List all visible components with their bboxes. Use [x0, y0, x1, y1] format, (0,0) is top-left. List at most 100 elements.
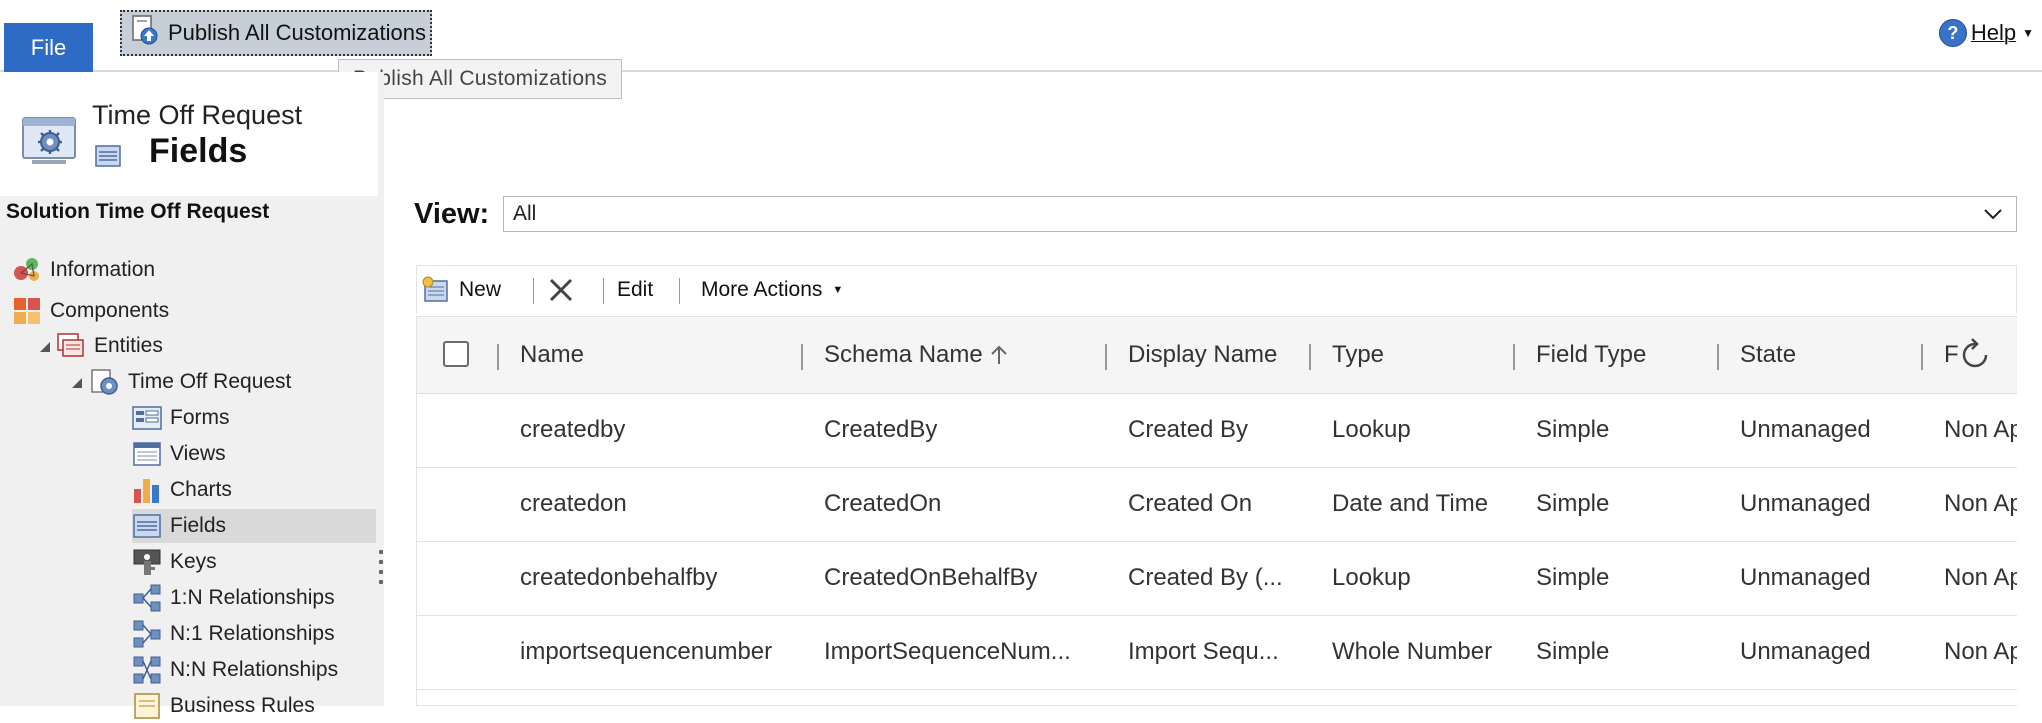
cell-name: createdby: [520, 416, 626, 443]
nav-item-label: N:N Relationships: [170, 658, 339, 681]
cell-truncated: Non Ap: [1944, 490, 2017, 517]
nav-item-time-off-request[interactable]: Time Off Request: [90, 365, 291, 399]
cell-type: Lookup: [1332, 416, 1411, 443]
select-all-checkbox[interactable]: [443, 341, 469, 367]
nav-item-forms[interactable]: Forms: [132, 401, 230, 435]
caret-down-icon: ▼: [832, 284, 844, 296]
nav-item-1n-relationships[interactable]: 1:N Relationships: [132, 581, 335, 615]
column-header-field-type[interactable]: Field Type: [1536, 317, 1646, 393]
page-title: Fields: [149, 132, 248, 170]
nav-item-views[interactable]: Views: [132, 437, 226, 471]
information-icon: [12, 255, 42, 285]
help-menu[interactable]: ? Help ▼: [1938, 16, 2034, 50]
column-header-schema-name[interactable]: Schema Name: [824, 317, 1009, 393]
more-actions-label: More Actions: [701, 278, 823, 301]
nav-item-components[interactable]: Components: [12, 294, 169, 328]
cell-state: Unmanaged: [1740, 564, 1871, 591]
column-header-display-name[interactable]: Display Name: [1128, 317, 1277, 393]
cell-schema-name: CreatedBy: [824, 416, 938, 443]
cell-state: Unmanaged: [1740, 638, 1871, 665]
nav-item-label: N:1 Relationships: [170, 622, 335, 645]
column-separator[interactable]: [497, 344, 499, 370]
nav-item-keys[interactable]: Keys: [132, 545, 217, 579]
publish-icon: [130, 14, 160, 52]
cell-display-name: Created On: [1128, 490, 1253, 517]
toolbar-separator: [603, 278, 604, 304]
cell-field-type: Simple: [1536, 638, 1610, 665]
column-separator[interactable]: [1105, 344, 1107, 370]
help-icon: ?: [1938, 19, 1967, 47]
toolbar-separator: [533, 278, 534, 304]
nav-item-fields[interactable]: Fields: [132, 509, 376, 543]
left-navigation: Time Off Request Fields Solution Time Of…: [0, 72, 384, 719]
file-button[interactable]: File: [4, 23, 93, 73]
table-row[interactable]: createdon CreatedOn Created On Date and …: [417, 467, 2017, 542]
nav-item-label: Charts: [170, 478, 232, 501]
cell-name: createdon: [520, 490, 627, 517]
cell-state: Unmanaged: [1740, 490, 1871, 517]
nav-item-label: Components: [50, 299, 170, 322]
nav-item-label: Time Off Request: [128, 370, 292, 393]
chevron-down-icon: ▼: [2022, 26, 2034, 40]
nav-item-n1-relationships[interactable]: N:1 Relationships: [132, 617, 335, 651]
nav-item-label: Fields: [170, 514, 227, 537]
collapse-triangle-icon[interactable]: [72, 378, 82, 388]
nav-item-label: Entities: [94, 334, 163, 357]
publish-all-customizations-button[interactable]: Publish All Customizations: [120, 10, 432, 56]
cell-field-type: Simple: [1536, 416, 1610, 443]
refresh-icon[interactable]: [1955, 335, 1995, 375]
more-actions-button[interactable]: More Actions ▼: [701, 266, 843, 314]
view-selected-value: All: [513, 202, 537, 225]
entities-icon: [56, 331, 86, 361]
relationship-icon: [132, 655, 162, 685]
column-separator[interactable]: [1309, 344, 1311, 370]
cell-display-name: Import Sequ...: [1128, 638, 1279, 665]
new-button[interactable]: New: [421, 266, 501, 314]
view-label: View:: [414, 198, 490, 230]
column-separator[interactable]: [1513, 344, 1515, 370]
cell-truncated: Non Ap: [1944, 416, 2017, 443]
cell-truncated: Non Ap: [1944, 638, 2017, 665]
cell-schema-name: CreatedOn: [824, 490, 942, 517]
pane-splitter-handle[interactable]: [378, 550, 384, 590]
toolbar-separator: [679, 278, 680, 304]
cell-field-type: Simple: [1536, 490, 1610, 517]
charts-icon: [132, 475, 162, 505]
cell-display-name: Created By (...: [1128, 564, 1283, 591]
cell-type: Date and Time: [1332, 490, 1489, 517]
column-separator[interactable]: [1921, 344, 1923, 370]
relationship-icon: [132, 619, 162, 649]
help-label: Help: [1970, 20, 2017, 45]
new-record-icon: [421, 275, 451, 305]
nav-item-label: Business Rules: [170, 694, 315, 717]
edit-button[interactable]: Edit: [617, 266, 653, 314]
collapse-triangle-icon[interactable]: [40, 342, 50, 352]
sort-ascending-icon: [989, 344, 1009, 366]
solution-label: Solution Time Off Request: [6, 200, 270, 223]
delete-x-icon: [547, 276, 575, 304]
column-header-type[interactable]: Type: [1332, 317, 1384, 393]
cell-name: importsequencenumber: [520, 638, 773, 665]
nav-item-information[interactable]: Information: [12, 253, 155, 287]
table-row[interactable]: createdonbehalfby CreatedOnBehalfBy Crea…: [417, 541, 2017, 616]
view-select[interactable]: All: [503, 196, 2017, 232]
grid-toolbar: New Edit More Actions ▼: [416, 265, 2017, 313]
nav-item-nn-relationships[interactable]: N:N Relationships: [132, 653, 338, 687]
cell-display-name: Created By: [1128, 416, 1249, 443]
delete-button[interactable]: [547, 266, 575, 314]
column-separator[interactable]: [1717, 344, 1719, 370]
nav-item-entities[interactable]: Entities: [56, 329, 163, 363]
table-row[interactable]: importsequencenumber ImportSequenceNum..…: [417, 615, 2017, 690]
fields-grid: Name Schema Name Display Name Type Field…: [416, 316, 2017, 706]
column-header-state[interactable]: State: [1740, 317, 1796, 393]
column-separator[interactable]: [801, 344, 803, 370]
cell-state: Unmanaged: [1740, 416, 1871, 443]
column-header-name[interactable]: Name: [520, 317, 584, 393]
table-row[interactable]: createdby CreatedBy Created By Lookup Si…: [417, 393, 2017, 468]
cell-schema-name: CreatedOnBehalfBy: [824, 564, 1038, 591]
entity-settings-icon: [20, 116, 78, 171]
nav-item-charts[interactable]: Charts: [132, 473, 232, 507]
nav-item-business-rules[interactable]: Business Rules: [132, 689, 315, 723]
components-icon: [12, 296, 42, 326]
column-header-label: Schema Name: [824, 341, 983, 368]
